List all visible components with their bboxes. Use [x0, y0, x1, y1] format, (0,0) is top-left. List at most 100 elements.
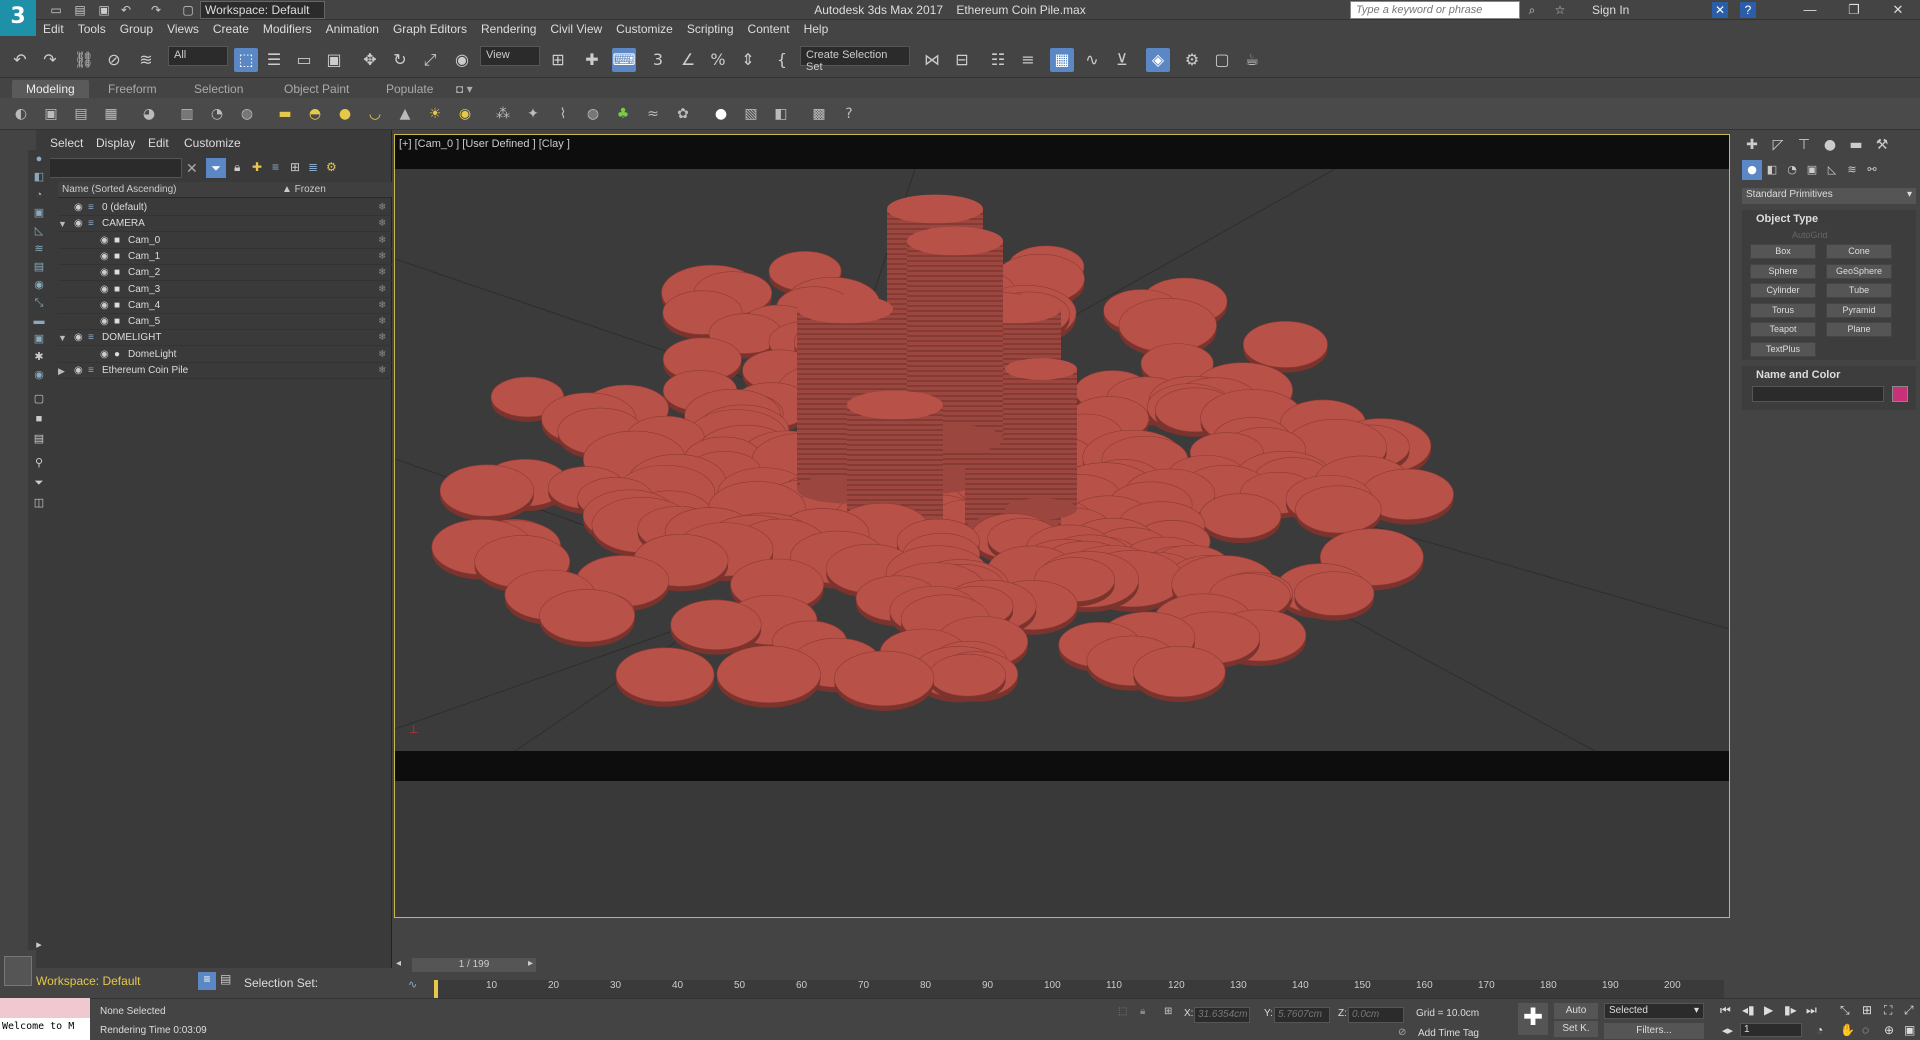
primitive-button-pyramid[interactable]: Pyramid — [1826, 302, 1892, 318]
visibility-eye-icon[interactable]: ◉ — [100, 249, 112, 265]
primitive-button-plane[interactable]: Plane — [1826, 322, 1892, 338]
cameras-icon[interactable]: ▣ — [1802, 160, 1822, 180]
menu-edit[interactable]: Edit — [36, 20, 71, 38]
mesh-icon[interactable]: ◧ — [770, 103, 792, 125]
viewport-label[interactable]: [+] [Cam_0 ] [User Defined ] [Clay ] — [399, 138, 570, 150]
filters-button[interactable]: Filters... — [1604, 1023, 1704, 1039]
render-icon[interactable]: ▥ — [176, 103, 198, 125]
globe-icon[interactable]: ◍ — [582, 103, 604, 125]
create-tab-icon[interactable]: ✚ — [1742, 135, 1762, 155]
menu-scripting[interactable]: Scripting — [680, 20, 741, 38]
menu-group[interactable]: Group — [113, 20, 160, 38]
primitive-button-box[interactable]: Box — [1750, 244, 1816, 259]
primitive-button-textplus[interactable]: TextPlus — [1750, 342, 1816, 357]
visibility-eye-icon[interactable]: ◉ — [74, 216, 86, 232]
freeze-icon[interactable]: ❄ — [378, 282, 386, 298]
track-bar[interactable]: 10 20 30 40 50 60 70 80 90 100 110 120 130 140 150 160 1… — [434, 980, 1724, 998]
primitive-button-sphere[interactable]: Sphere — [1750, 263, 1816, 279]
key-filter-dropdown[interactable]: Selected ▾ — [1604, 1003, 1704, 1019]
tree-row[interactable]: ◉ ■ Cam_4 ❄ — [58, 298, 392, 314]
funnel-icon[interactable]: ⏷ — [30, 474, 48, 492]
rotate-icon[interactable]: ↻ — [388, 48, 412, 72]
hemisphere-icon[interactable]: ◓ — [304, 103, 326, 125]
tree-row[interactable]: ▼ ◉ ≡ CAMERA ❄ — [58, 216, 392, 233]
info-icon[interactable]: ? — [838, 103, 860, 125]
menu-modifiers[interactable]: Modifiers — [256, 20, 319, 38]
spacewarps-icon[interactable]: ≋ — [1842, 160, 1862, 180]
expand-arrow-icon[interactable]: ▸ — [30, 936, 48, 954]
scene-explorer-toggle-icon[interactable]: ▤ — [220, 972, 231, 986]
pan-icon[interactable]: ✋ — [1840, 1023, 1855, 1037]
primitive-category-dropdown[interactable]: Standard Primitives ▾ — [1742, 188, 1916, 204]
primitive-button-cone[interactable]: Cone — [1826, 244, 1892, 259]
lock-icon[interactable]: 🔒︎ — [234, 160, 240, 175]
restore-icon[interactable]: ❐ — [1832, 0, 1876, 20]
layer-add-icon[interactable]: ⊞ — [290, 160, 300, 174]
explorer-search-input[interactable] — [42, 158, 182, 178]
freeze-icon[interactable]: ❄ — [378, 314, 386, 330]
walkthrough-icon[interactable]: ⊕ — [1884, 1023, 1894, 1037]
workspace-label[interactable]: Workspace: Default — [36, 974, 186, 990]
next-frame-icon[interactable]: ▸ — [528, 958, 533, 969]
snaps-toggle-icon[interactable]: 3 — [646, 48, 670, 72]
utilities-tab-icon[interactable]: ⚒ — [1872, 135, 1892, 155]
redo-icon[interactable]: ↷ — [148, 2, 164, 18]
tree-row[interactable]: ◉ ≡ 0 (default) ❄ — [58, 200, 392, 216]
freeze-icon[interactable]: ❄ — [378, 265, 386, 281]
layer-settings-icon[interactable]: ⚙ — [326, 160, 337, 174]
prev-frame-icon[interactable]: ◂ — [396, 958, 401, 969]
helpers-icon[interactable]: ◺ — [1822, 160, 1842, 180]
display-all-icon[interactable]: ▢ — [30, 390, 48, 408]
object-name-field[interactable] — [1752, 386, 1884, 402]
plane-icon[interactable]: ▬ — [274, 103, 296, 125]
goto-end-icon[interactable]: ⏭ — [1806, 1003, 1817, 1018]
absolute-mode-icon[interactable]: ⊞ — [1164, 1006, 1172, 1017]
add-time-tag[interactable]: Add Time Tag — [1418, 1028, 1479, 1039]
render-setup-icon[interactable]: ⚙ — [1180, 48, 1204, 72]
systems-icon[interactable]: ⚯ — [1862, 160, 1882, 180]
menu-help[interactable]: Help — [797, 20, 836, 38]
min-max-toggle-icon[interactable]: ▣ — [1904, 1023, 1915, 1037]
orbit-icon[interactable]: ◌ — [1862, 1023, 1869, 1037]
curve-editor-icon[interactable]: ∿ — [1080, 48, 1104, 72]
window-crossing-icon[interactable]: ▣ — [322, 48, 346, 72]
set-key-big-icon[interactable]: ✚ — [1518, 1003, 1548, 1035]
visibility-eye-icon[interactable]: ◉ — [74, 330, 86, 346]
x-coordinate-field[interactable]: 31.6354cm — [1194, 1007, 1250, 1023]
viewport[interactable]: [+] [Cam_0 ] [User Defined ] [Clay ] ⊥ — [394, 134, 1730, 918]
collapse-arrow-icon[interactable]: ▼ — [58, 216, 67, 232]
filter-icon[interactable]: ⏷ — [206, 158, 226, 178]
shapes-icon[interactable]: ◧ — [1762, 160, 1782, 180]
tree-row[interactable]: ◉ ● DomeLight ❄ — [58, 347, 392, 363]
y-coordinate-field[interactable]: 5.7607cm — [1274, 1007, 1330, 1023]
visibility-eye-icon[interactable]: ◉ — [100, 233, 112, 249]
sun-icon[interactable]: ☀ — [424, 103, 446, 125]
primitive-button-tube[interactable]: Tube — [1826, 283, 1892, 299]
column-frozen[interactable]: ▲ Frozen — [282, 184, 326, 195]
viewport-layout-icon[interactable]: ◐ — [10, 103, 32, 125]
spinner-snap-icon[interactable]: ⇕ — [736, 48, 760, 72]
menu-customize[interactable]: Customize — [609, 20, 680, 38]
layers-icon[interactable]: ≣ — [308, 160, 318, 174]
display-none-icon[interactable]: ■ — [30, 410, 48, 428]
effects-icon[interactable]: ◍ — [236, 103, 258, 125]
new-layer-icon[interactable]: ✚ — [252, 160, 262, 174]
new-file-icon[interactable]: ▭ — [48, 2, 64, 18]
display-particles-icon[interactable]: ✱ — [30, 348, 48, 366]
material-sphere-icon[interactable]: ● — [710, 103, 732, 125]
select-object-icon[interactable]: ⬚ — [234, 48, 258, 72]
display-invert-icon[interactable]: ▤ — [30, 430, 48, 448]
display-geometry-icon[interactable]: ◧ — [30, 168, 48, 186]
unlink-icon[interactable]: ⊘ — [102, 48, 126, 72]
goto-start-icon[interactable]: ⏮ — [1720, 1003, 1731, 1018]
zoom-all-icon[interactable]: ⊞ — [1862, 1003, 1872, 1017]
search-input[interactable]: Type a keyword or phrase — [1350, 1, 1520, 19]
tree-row[interactable]: ◉ ■ Cam_0 ❄ — [58, 233, 392, 249]
particles-icon[interactable]: ⁂ — [492, 103, 514, 125]
minimize-icon[interactable]: — — [1788, 0, 1832, 20]
motion-tab-icon[interactable]: ● — [1820, 135, 1840, 155]
vray-icon[interactable]: ▩ — [808, 103, 830, 125]
lights-icon[interactable]: ◔ — [1782, 160, 1802, 180]
bowl-icon[interactable]: ◡ — [364, 103, 386, 125]
z-coordinate-field[interactable]: 0.0cm — [1348, 1007, 1404, 1023]
